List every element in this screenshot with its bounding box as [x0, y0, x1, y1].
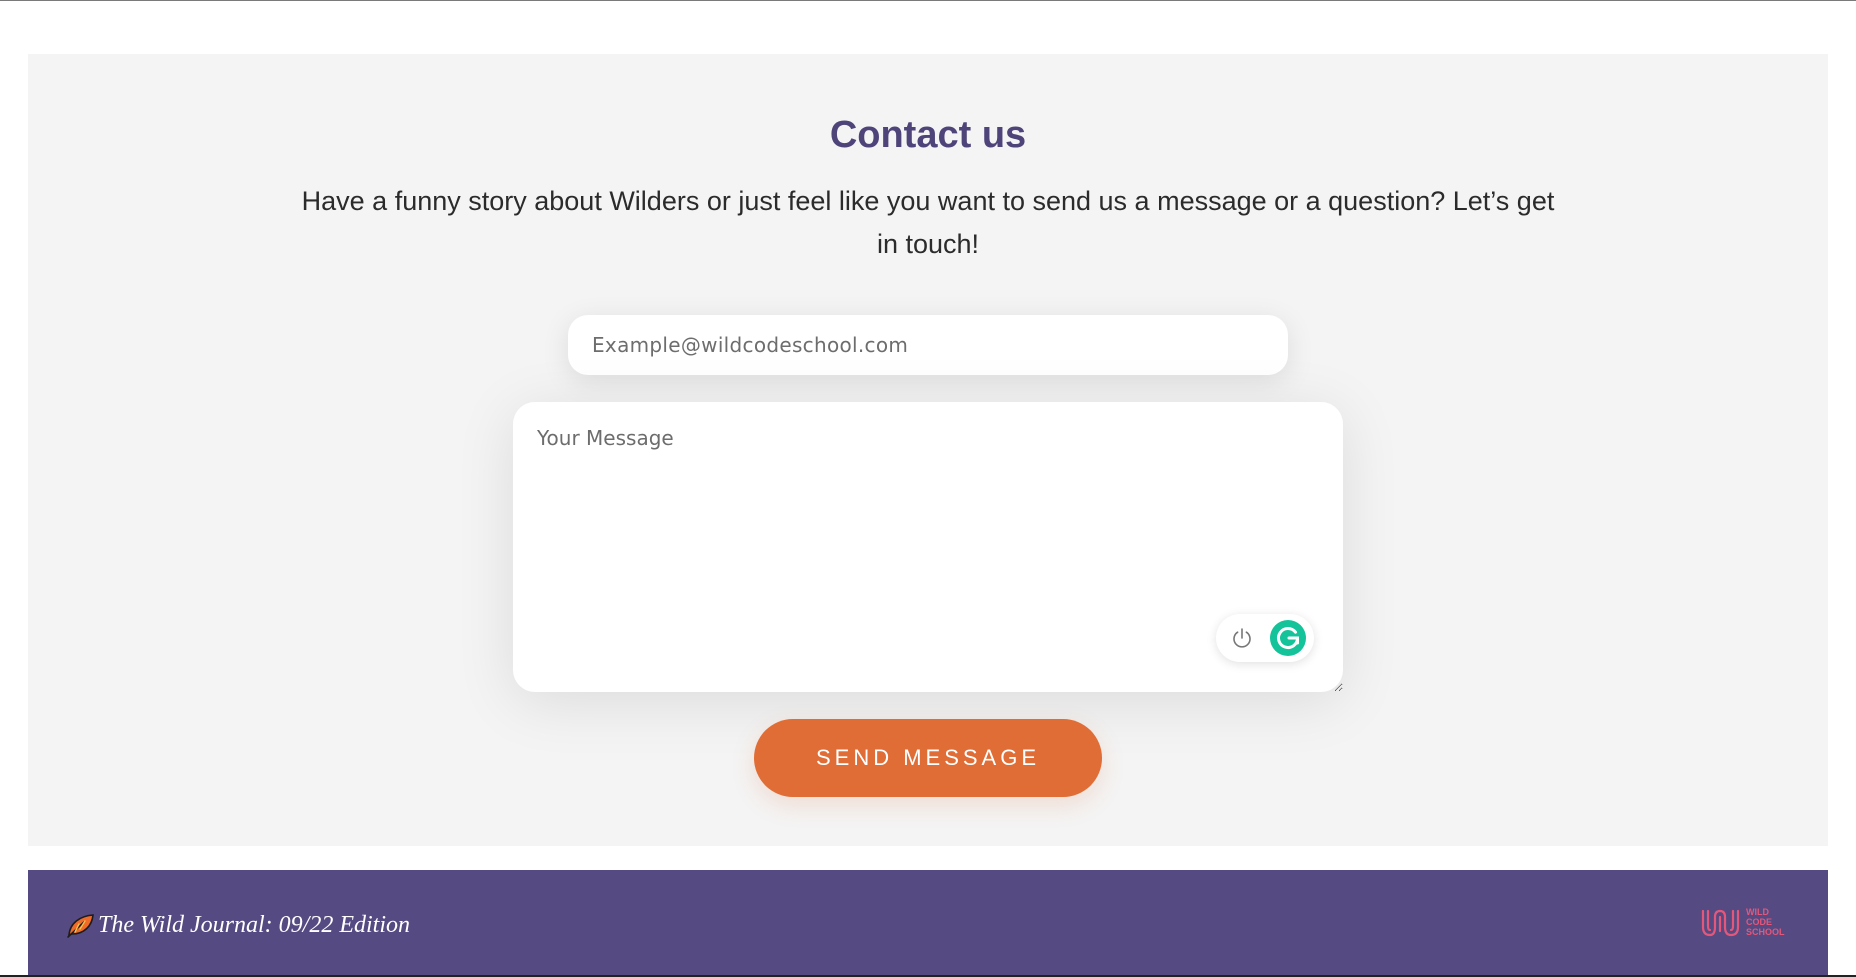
power-icon[interactable] [1230, 626, 1254, 650]
grammarly-icon[interactable] [1270, 620, 1306, 656]
grammarly-widget[interactable] [1216, 614, 1314, 662]
leaf-icon [67, 914, 94, 938]
wild-code-school-logo-text: WILD CODE SCHOOL [1746, 907, 1785, 937]
contact-title: Contact us [829, 114, 1027, 156]
wild-code-school-logo-mark [1701, 909, 1740, 937]
top-divider [0, 0, 1856, 1]
footer: The Wild Journal: 09/22 Edition WILD COD… [28, 870, 1828, 977]
journal-title: The Wild Journal: 09/22 Edition [98, 911, 410, 938]
email-input[interactable] [568, 315, 1288, 375]
contact-intro-text: Have a funny story about Wilders or just… [301, 186, 1555, 259]
send-message-button[interactable]: SEND MESSAGE [754, 719, 1102, 797]
journal-brand[interactable]: The Wild Journal: 09/22 Edition [66, 910, 410, 940]
wild-code-school-logo[interactable]: WILD CODE SCHOOL [1700, 902, 1796, 942]
